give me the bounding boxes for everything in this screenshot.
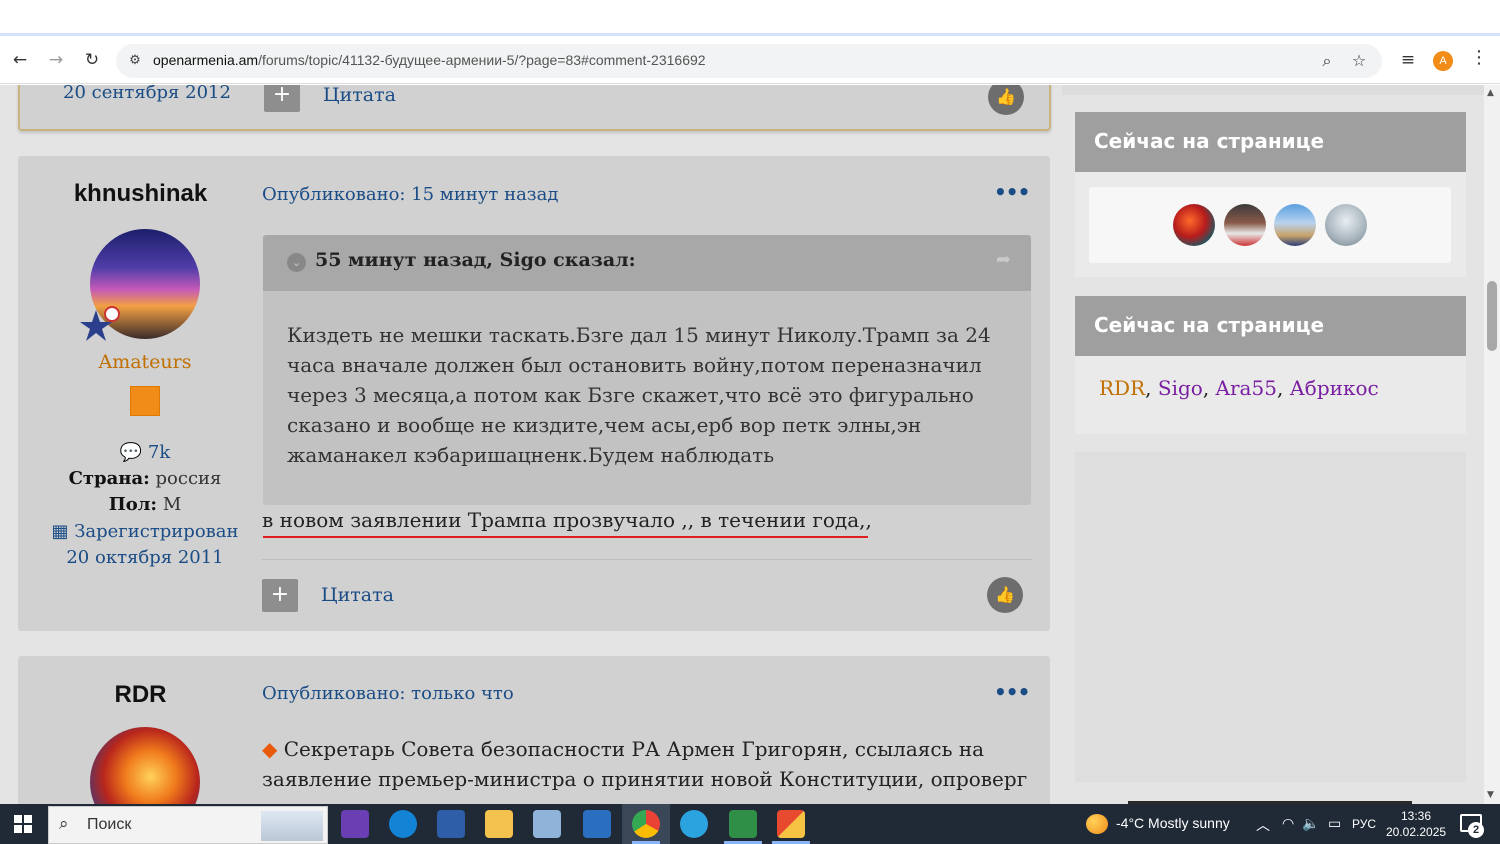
back-icon[interactable]: ← <box>6 46 34 74</box>
profile-avatar[interactable]: A <box>1433 51 1453 71</box>
tab-strip <box>0 0 1500 36</box>
post-options-button[interactable]: ••• <box>994 680 1030 704</box>
red-underline <box>263 536 868 538</box>
member-rank: Amateurs <box>98 351 192 373</box>
avatar[interactable] <box>90 727 200 804</box>
user-avatar[interactable] <box>1325 204 1367 246</box>
address-bar[interactable]: ⚙ openarmenia.am/forums/topic/41132-буду… <box>116 44 1382 78</box>
quote-button[interactable]: Цитата <box>321 584 394 606</box>
site-info-icon[interactable]: ⚙ <box>124 50 146 72</box>
page-content: 20 сентября 2012 + Цитата 👍 khnushinak A… <box>0 85 1484 804</box>
author-name[interactable]: RDR <box>18 681 263 709</box>
visual-studio-icon[interactable] <box>341 810 369 838</box>
previous-post: 20 сентября 2012 + Цитата 👍 <box>18 85 1051 131</box>
post-timestamp[interactable]: Опубликовано: только что <box>262 683 514 704</box>
edge-icon[interactable] <box>389 810 417 838</box>
sidebar-top <box>1062 85 1484 95</box>
reading-list-icon[interactable]: ≡ <box>1394 46 1422 74</box>
like-icon[interactable]: 👍 <box>987 577 1023 613</box>
post-khnushinak: khnushinak Amateurs 💬 7k Страна: россия … <box>18 156 1050 631</box>
rank-badge-icon <box>130 386 160 416</box>
windows-start-icon[interactable] <box>14 815 32 833</box>
app-icon[interactable] <box>583 810 611 838</box>
clock[interactable]: 13:36 20.02.2025 <box>1386 808 1446 840</box>
app-icon[interactable] <box>729 810 757 838</box>
app-icon[interactable] <box>533 810 561 838</box>
battery-icon[interactable]: ▭ <box>1328 815 1341 832</box>
taskbar-search[interactable]: ⌕ Поиск <box>48 806 328 844</box>
chrome-icon[interactable] <box>632 810 660 838</box>
forward-icon[interactable]: → <box>42 46 70 74</box>
file-explorer-icon[interactable] <box>485 810 513 838</box>
bookmark-star-icon[interactable]: ☆ <box>1348 50 1370 72</box>
share-icon[interactable]: ➦ <box>996 249 1011 270</box>
user-avatar[interactable] <box>1274 204 1316 246</box>
online-users-list: RDR, Sigo, Ara55, Абрикос <box>1099 376 1379 400</box>
windows-taskbar: ⌕ Поиск -4°C Mostly sunny ︿ ◠ 🔈 ▭ РУС 13… <box>0 804 1500 844</box>
divider <box>262 559 1032 560</box>
ad-panel <box>1075 452 1466 782</box>
zoom-icon[interactable]: ⌕ <box>1316 50 1338 72</box>
multiquote-button[interactable]: + <box>264 85 300 112</box>
online-avatars-panel: Сейчас на странице <box>1075 112 1466 277</box>
post-body: ◆ Секретарь Совета безопасности РА Армен… <box>262 737 1028 791</box>
language-indicator[interactable]: РУС <box>1352 817 1376 831</box>
post-rdr: RDR Опубликовано: только что ••• ◆ Секре… <box>18 656 1050 804</box>
registered-date: 20 сентября 2012 <box>63 85 231 103</box>
online-user-sigo[interactable]: Sigo <box>1158 376 1203 400</box>
app-icon[interactable] <box>437 810 465 838</box>
telegram-icon[interactable] <box>680 810 708 838</box>
url-text[interactable]: openarmenia.am/forums/topic/41132-будуще… <box>153 52 706 68</box>
network-icon[interactable]: ◠ <box>1282 815 1294 832</box>
gender-line: Пол: М <box>108 494 182 515</box>
country-line: Страна: россия <box>68 468 222 489</box>
post-count[interactable]: 💬 7k <box>18 442 272 463</box>
post-body: в новом заявлении Трампа прозвучало ,, в… <box>262 508 872 532</box>
search-highlight-image <box>261 811 323 841</box>
chevron-up-icon[interactable]: ︿ <box>1256 815 1270 835</box>
user-avatar[interactable] <box>1173 204 1215 246</box>
app-icon[interactable] <box>777 810 805 838</box>
quote-text: Киздеть не мешки таскать.Бзге дал 15 мин… <box>287 323 991 467</box>
menu-icon[interactable]: ⋮ <box>1470 47 1488 68</box>
scroll-up-icon[interactable]: ▲ <box>1487 88 1494 98</box>
comment-icon: 💬 <box>119 442 148 463</box>
scrollbar[interactable]: ▲ ▼ <box>1484 85 1500 804</box>
post-options-button[interactable]: ••• <box>994 180 1030 204</box>
weather-text[interactable]: -4°C Mostly sunny <box>1116 815 1230 831</box>
browser-toolbar: ← → ↻ ⚙ openarmenia.am/forums/topic/4113… <box>0 38 1500 84</box>
online-user-abrikos[interactable]: Абрикос <box>1290 376 1379 400</box>
quote-block: ⌄ 55 минут назад, Sigo сказал: ➦ Киздеть… <box>263 235 1031 505</box>
collapse-icon[interactable]: ⌄ <box>287 253 306 272</box>
volume-icon[interactable]: 🔈 <box>1302 815 1319 832</box>
calendar-icon: ▦ <box>51 521 75 542</box>
quote-header: ⌄ 55 минут назад, Sigo сказал: ➦ <box>263 235 1031 291</box>
multiquote-button[interactable]: + <box>262 579 298 612</box>
post-timestamp[interactable]: Опубликовано: 15 минут назад <box>262 184 558 205</box>
diamond-icon: ◆ <box>262 737 284 761</box>
quote-button[interactable]: Цитата <box>323 85 396 106</box>
user-avatar[interactable] <box>1224 204 1266 246</box>
notification-count: 2 <box>1468 822 1484 838</box>
online-user-ara55[interactable]: Ara55 <box>1216 376 1277 400</box>
scroll-down-icon[interactable]: ▼ <box>1487 790 1494 800</box>
weather-icon[interactable] <box>1086 814 1108 834</box>
registered-date: 20 октября 2011 <box>66 547 224 568</box>
panel-title: Сейчас на странице <box>1075 112 1466 172</box>
registered-line: ▦ Зарегистрирован <box>51 521 239 542</box>
search-icon: ⌕ <box>59 814 69 834</box>
author-name[interactable]: khnushinak <box>18 180 263 208</box>
like-icon[interactable]: 👍 <box>988 85 1024 115</box>
panel-title: Сейчас на странице <box>1075 296 1466 356</box>
online-names-panel: Сейчас на странице RDR, Sigo, Ara55, Абр… <box>1075 296 1466 434</box>
online-user-rdr[interactable]: RDR <box>1099 376 1145 400</box>
scroll-thumb[interactable] <box>1487 281 1497 351</box>
badge-icon <box>80 306 120 341</box>
online-avatars <box>1089 187 1451 263</box>
reload-icon[interactable]: ↻ <box>78 46 106 74</box>
